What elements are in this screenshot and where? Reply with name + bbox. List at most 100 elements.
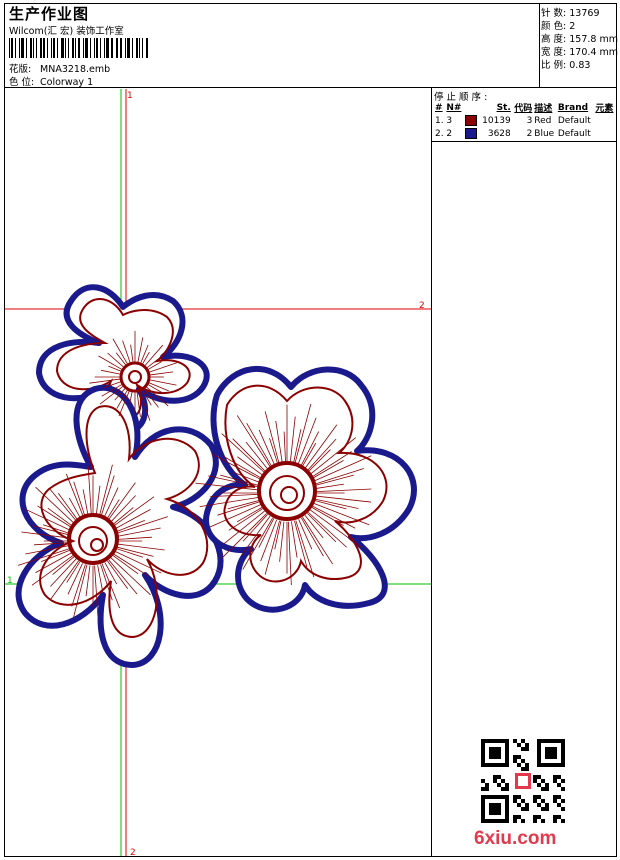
table-row: 2. 2 3628 2 Blue Default (434, 127, 616, 140)
qr-module (513, 795, 517, 799)
qr-module (553, 819, 557, 823)
colorway-label: 色 位: (9, 77, 35, 88)
qr-module (485, 787, 489, 791)
col-stitches: St. (496, 102, 511, 113)
qr-module (537, 775, 541, 779)
qr-module (533, 819, 537, 823)
barcode-bar (14, 38, 16, 58)
row-index: 2. (435, 128, 444, 139)
barcode-bar (120, 38, 123, 58)
qr-module (553, 779, 557, 783)
qr-module (501, 779, 505, 783)
qr-module (541, 819, 545, 823)
barcode-bar (65, 38, 67, 58)
qr-module (541, 787, 545, 791)
row-element (594, 114, 616, 127)
qr-module (525, 803, 529, 807)
row-description: Blue (534, 128, 555, 139)
col-description: 描述 (534, 104, 553, 114)
qr-module (517, 803, 521, 807)
row-swatch (464, 114, 479, 127)
barcode-bar (68, 38, 70, 58)
qr-module (561, 787, 565, 791)
barcode-bar (82, 38, 84, 58)
col-brand: Brand (557, 102, 589, 113)
barcode-bar (75, 38, 77, 58)
barcode-bar (93, 38, 95, 58)
marker-right: 2 (419, 301, 425, 311)
embroidery-design: 1 2 2 1 (5, 89, 431, 856)
barcode-bar (61, 38, 65, 58)
qr-module (513, 739, 517, 743)
marker-top: 1 (127, 91, 133, 101)
barcode-bar (47, 38, 49, 58)
col-index: # (435, 102, 443, 113)
row-element (594, 127, 616, 140)
qr-module (557, 775, 561, 779)
qr-module (561, 819, 565, 823)
row-swatch (464, 127, 479, 140)
row-brand: Default (557, 128, 591, 139)
stats-panel: 针 数: 13769 颜 色: 2 高 度: 157.8 mm 宽 度: 170… (539, 3, 618, 88)
barcode-bar (10, 38, 13, 58)
flower-right (203, 365, 417, 613)
qr-module (557, 795, 561, 799)
qr-module (497, 775, 501, 779)
qr-module (517, 763, 521, 767)
qr-module (517, 755, 521, 759)
qr-module (545, 787, 549, 791)
stat-scale: 比 例: 0.83 (541, 60, 591, 71)
barcode-bar (35, 38, 37, 58)
barcode-bar (95, 38, 98, 58)
barcode-bar (103, 38, 105, 58)
qr-module (493, 775, 497, 779)
qr-module (489, 803, 501, 815)
qr-module (533, 775, 537, 779)
marker-bottom: 2 (130, 848, 136, 856)
qr-module (517, 743, 521, 747)
table-header-row: # N# St. 代码 描述 Brand 元素 (434, 101, 616, 115)
qr-module (497, 783, 501, 787)
barcode-bar (32, 38, 34, 58)
qr-module (521, 759, 525, 763)
qr-module (541, 799, 545, 803)
color-swatch (464, 115, 477, 126)
barcode-bar (110, 38, 113, 58)
col-swatch (464, 101, 479, 114)
barcode-bar (117, 38, 119, 58)
stat-colors: 颜 色: 2 (541, 21, 576, 32)
qr-module (493, 779, 497, 783)
qr-module (557, 815, 561, 819)
qr-module (521, 747, 525, 751)
qr-module (513, 755, 517, 759)
qr-module (481, 787, 485, 791)
qr-module (521, 819, 525, 823)
row-code: 2 (526, 128, 533, 139)
qr-module (561, 807, 565, 811)
qr-module (489, 747, 501, 759)
qr-module (553, 795, 557, 799)
row-needle: 2 (446, 128, 453, 139)
qr-module (525, 763, 529, 767)
barcode-bar (146, 38, 149, 58)
qr-module (537, 783, 541, 787)
qr-module (541, 807, 545, 811)
barcode-bar (127, 38, 131, 58)
row-stitches: 3628 (487, 128, 511, 139)
qr-module (537, 795, 541, 799)
barcode-bar (99, 38, 101, 58)
color-swatch (464, 128, 477, 139)
col-code: 代码 (514, 104, 533, 114)
stat-stitches: 针 数: 13769 (541, 8, 600, 19)
row-index: 1. (435, 115, 444, 126)
barcode-bar (29, 38, 32, 58)
barcode-bar (78, 38, 80, 58)
qr-module (513, 759, 517, 763)
qr-module (521, 799, 525, 803)
qr-module (553, 815, 557, 819)
qr-module (537, 815, 541, 819)
row-brand: Default (557, 115, 591, 126)
qr-module (525, 807, 529, 811)
qr-module (513, 799, 517, 803)
qr-module (537, 803, 541, 807)
